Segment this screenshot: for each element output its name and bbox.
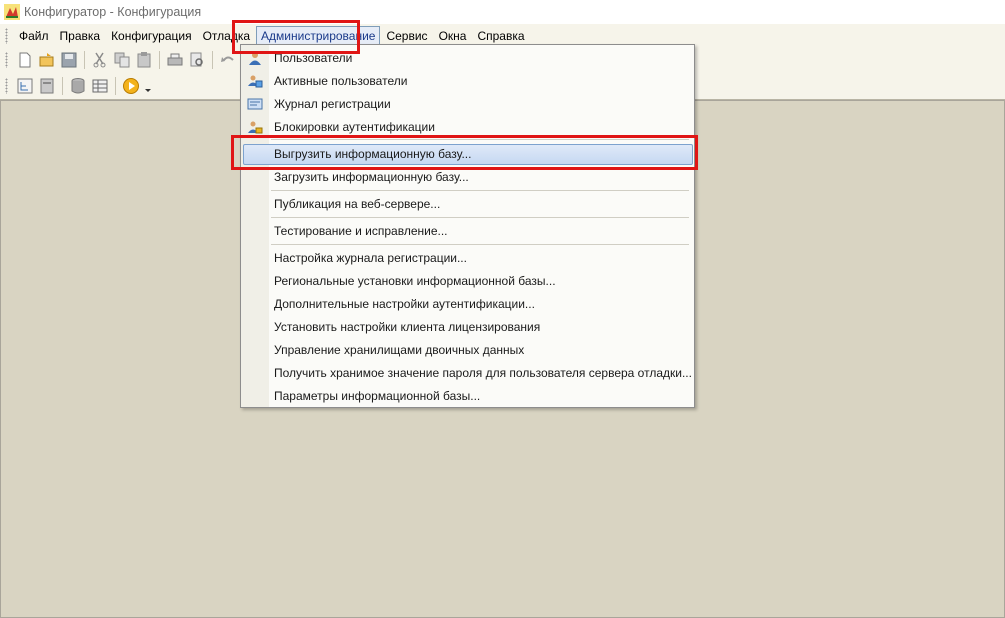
toolbar-separator <box>115 77 116 95</box>
copy-icon[interactable] <box>113 51 131 69</box>
cut-icon[interactable] <box>91 51 109 69</box>
open-icon[interactable] <box>38 51 56 69</box>
menu-item-active-users[interactable]: Активные пользователи <box>241 70 694 92</box>
menu-item-import-infobase[interactable]: Загрузить информационную базу... <box>241 166 694 188</box>
dropdown-arrow-icon[interactable] <box>144 77 152 95</box>
menu-item-testing-repair[interactable]: Тестирование и исправление... <box>241 220 694 242</box>
menu-item-auth-locks[interactable]: Блокировки аутентификации <box>241 116 694 138</box>
menu-debug[interactable]: Отладка <box>198 26 255 46</box>
menu-item-event-log[interactable]: Журнал регистрации <box>241 93 694 115</box>
menu-separator <box>271 217 689 218</box>
menu-configuration[interactable]: Конфигурация <box>106 26 197 46</box>
app-1c-icon <box>4 4 20 20</box>
menu-item-export-infobase[interactable]: Выгрузить информационную базу... <box>241 143 694 165</box>
administration-dropdown: Пользователи Активные пользователи Журна… <box>240 44 695 408</box>
menu-edit[interactable]: Правка <box>55 26 106 46</box>
toolbar-separator <box>212 51 213 69</box>
toolbar-separator <box>84 51 85 69</box>
users-icon <box>247 50 263 66</box>
menubar-grip[interactable] <box>5 27 8 44</box>
menu-item-license-client-settings[interactable]: Установить настройки клиента лицензирова… <box>241 316 694 338</box>
menu-separator <box>271 190 689 191</box>
menu-item-infobase-parameters[interactable]: Параметры информационной базы... <box>241 385 694 407</box>
menu-item-log-settings[interactable]: Настройка журнала регистрации... <box>241 247 694 269</box>
menu-file[interactable]: Файл <box>14 26 54 46</box>
database-icon[interactable] <box>69 77 87 95</box>
menu-separator <box>271 139 689 140</box>
menu-item-web-publish[interactable]: Публикация на веб-сервере... <box>241 193 694 215</box>
menu-windows[interactable]: Окна <box>434 26 472 46</box>
menu-item-debug-server-password[interactable]: Получить хранимое значение пароля для по… <box>241 362 694 384</box>
toolbar-separator <box>62 77 63 95</box>
menu-item-users[interactable]: Пользователи <box>241 47 694 69</box>
save-icon[interactable] <box>60 51 78 69</box>
menu-help[interactable]: Справка <box>472 26 529 46</box>
menu-administration[interactable]: Администрирование <box>256 25 381 46</box>
event-log-icon <box>247 96 263 112</box>
menu-separator <box>271 244 689 245</box>
menu-item-regional-settings[interactable]: Региональные установки информационной ба… <box>241 270 694 292</box>
toolbar-grip[interactable] <box>5 52 8 68</box>
run-debug-icon[interactable] <box>122 77 140 95</box>
menu-service[interactable]: Сервис <box>381 26 432 46</box>
title-bar: Конфигуратор - Конфигурация <box>0 0 1005 24</box>
tree-icon[interactable] <box>16 77 34 95</box>
print-preview-icon[interactable] <box>188 51 206 69</box>
menu-item-binary-storage[interactable]: Управление хранилищами двоичных данных <box>241 339 694 361</box>
new-document-icon[interactable] <box>16 51 34 69</box>
auth-lock-icon <box>247 119 263 135</box>
paste-icon[interactable] <box>135 51 153 69</box>
table-icon[interactable] <box>91 77 109 95</box>
undo-icon[interactable] <box>219 51 237 69</box>
menu-item-extra-auth-settings[interactable]: Дополнительные настройки аутентификации.… <box>241 293 694 315</box>
window-title: Конфигуратор - Конфигурация <box>24 5 202 19</box>
module-icon[interactable] <box>38 77 56 95</box>
toolbar-separator <box>159 51 160 69</box>
active-users-icon <box>247 73 263 89</box>
print-icon[interactable] <box>166 51 184 69</box>
toolbar-grip[interactable] <box>5 78 8 94</box>
